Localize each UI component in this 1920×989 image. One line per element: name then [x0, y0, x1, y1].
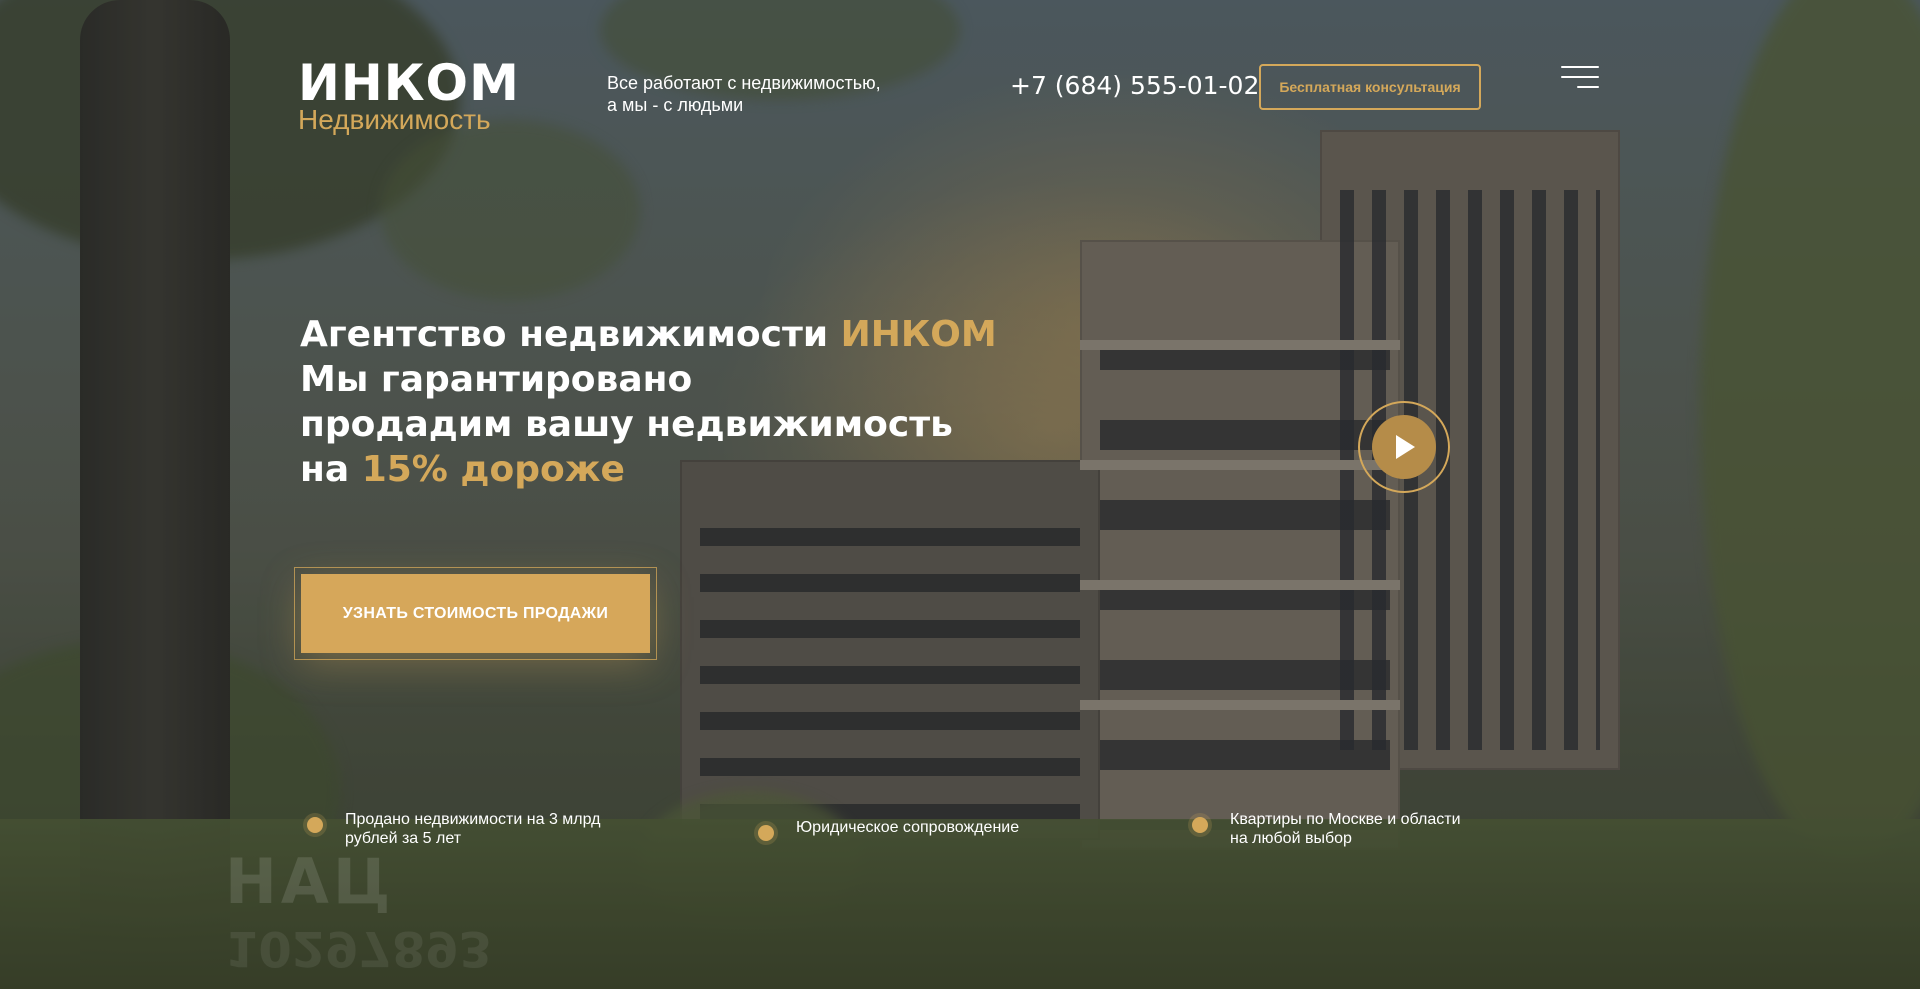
headline-line-1: Агентство недвижимости ИНКОМ	[300, 312, 1000, 357]
brand-name: ИНКОМ	[298, 54, 520, 112]
bullet-dot-icon	[1192, 817, 1208, 833]
watermark-number: 10297893	[225, 920, 493, 976]
watermark-text: НАЦ	[225, 845, 395, 918]
feature-item-legal: Юридическое сопровождение	[758, 818, 1019, 841]
headline-line-2: Мы гарантировано	[300, 359, 693, 400]
headline-agency-text: Агентство недвижимости	[300, 314, 841, 355]
headline-percent-highlight: 15% дороже	[361, 449, 625, 490]
video-play-button[interactable]	[1358, 401, 1450, 493]
feature-line-1: Продано недвижимости на 3 млрд	[345, 811, 601, 828]
hero-headline: Агентство недвижимости ИНКОМ Мы гарантир…	[300, 312, 1000, 492]
phone-link[interactable]: +7 (684) 555-01-02	[1010, 71, 1259, 100]
brand-logo[interactable]: ИНКОМ Недвижимость	[298, 58, 520, 134]
free-consultation-button[interactable]: Бесплатная консультация	[1259, 64, 1481, 110]
headline-prefix: на	[300, 449, 362, 490]
feature-text: Квартиры по Москве и области на любой вы…	[1230, 810, 1461, 848]
get-sale-price-button[interactable]: УЗНАТЬ СТОИМОСТЬ ПРОДАЖИ	[301, 574, 650, 653]
feature-item-sales: Продано недвижимости на 3 млрд рублей за…	[307, 810, 601, 848]
bullet-dot-icon	[307, 817, 323, 833]
feature-text: Юридическое сопровождение	[796, 818, 1019, 837]
hamburger-menu-icon[interactable]	[1561, 66, 1599, 88]
headline-line-4: на 15% дороже	[300, 447, 1000, 492]
feature-text: Продано недвижимости на 3 млрд рублей за…	[345, 810, 601, 848]
tagline-line-2: а мы - с людьми	[607, 95, 744, 115]
bullet-dot-icon	[758, 825, 774, 841]
header-tagline: Все работают с недвижимостью, а мы - с л…	[607, 72, 927, 116]
headline-brand-highlight: ИНКОМ	[840, 314, 997, 355]
play-icon	[1396, 435, 1415, 459]
feature-line-1: Юридическое сопровождение	[796, 819, 1020, 836]
feature-line-1: Квартиры по Москве и области	[1230, 811, 1461, 828]
feature-line-2: на любой выбор	[1230, 830, 1352, 847]
tagline-line-1: Все работают с недвижимостью,	[607, 73, 881, 93]
play-circle	[1372, 415, 1436, 479]
feature-line-2: рублей за 5 лет	[345, 830, 462, 847]
brand-subtitle: Недвижимость	[298, 104, 491, 135]
headline-line-3: продадим вашу недвижимость	[300, 404, 953, 445]
feature-item-apartments: Квартиры по Москве и области на любой вы…	[1192, 810, 1461, 848]
